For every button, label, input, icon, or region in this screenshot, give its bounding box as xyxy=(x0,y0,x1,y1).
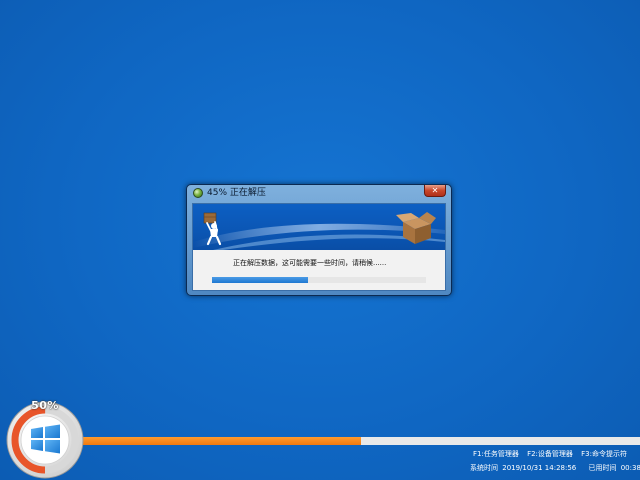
dialog-body: 正在解压数据，这可能需要一些时间，请稍候...... xyxy=(193,250,445,290)
shortcut-device-manager[interactable]: F2:设备管理器 xyxy=(527,450,573,458)
status-line: 系统时间 2019/10/31 14:28:56 已用时间 00:38 xyxy=(470,464,640,473)
banner-art xyxy=(193,212,445,250)
elapsed-time-label: 已用时间 xyxy=(588,464,617,472)
shortcut-bar: F1:任务管理器 F2:设备管理器 F3:命令提示符 xyxy=(473,450,627,459)
dialog-title: 45% 正在解压 xyxy=(207,188,266,198)
install-progress-fill xyxy=(82,437,361,445)
install-percent-label: 50% xyxy=(31,399,59,412)
extract-progress-fill xyxy=(212,277,308,283)
green-orb-icon xyxy=(193,188,203,198)
dialog-banner xyxy=(193,204,445,250)
close-button[interactable]: ✕ xyxy=(424,185,446,197)
shortcut-task-manager[interactable]: F1:任务管理器 xyxy=(473,450,519,458)
status-message: 正在解压数据，这可能需要一些时间，请稍候...... xyxy=(233,259,387,267)
install-progress-bar xyxy=(82,437,640,445)
dialog-titlebar[interactable]: 45% 正在解压 ✕ xyxy=(187,185,451,202)
extract-progress-bar xyxy=(212,277,426,283)
dialog-client: 正在解压数据，这可能需要一些时间，请稍候...... xyxy=(192,203,446,291)
close-icon: ✕ xyxy=(431,186,439,195)
desktop: 45% 正在解压 ✕ 正在解压数据，这可能需要一些时间，请稍候...... 50… xyxy=(0,0,640,480)
system-time-value: 2019/10/31 14:28:56 xyxy=(502,464,577,472)
system-time-label: 系统时间 xyxy=(470,464,498,472)
extract-dialog: 45% 正在解压 ✕ 正在解压数据，这可能需要一些时间，请稍候...... xyxy=(186,184,452,296)
elapsed-time-value: 00:38 xyxy=(620,464,640,472)
progress-badge: 50% xyxy=(3,396,87,480)
shortcut-command-prompt[interactable]: F3:命令提示符 xyxy=(581,450,627,458)
